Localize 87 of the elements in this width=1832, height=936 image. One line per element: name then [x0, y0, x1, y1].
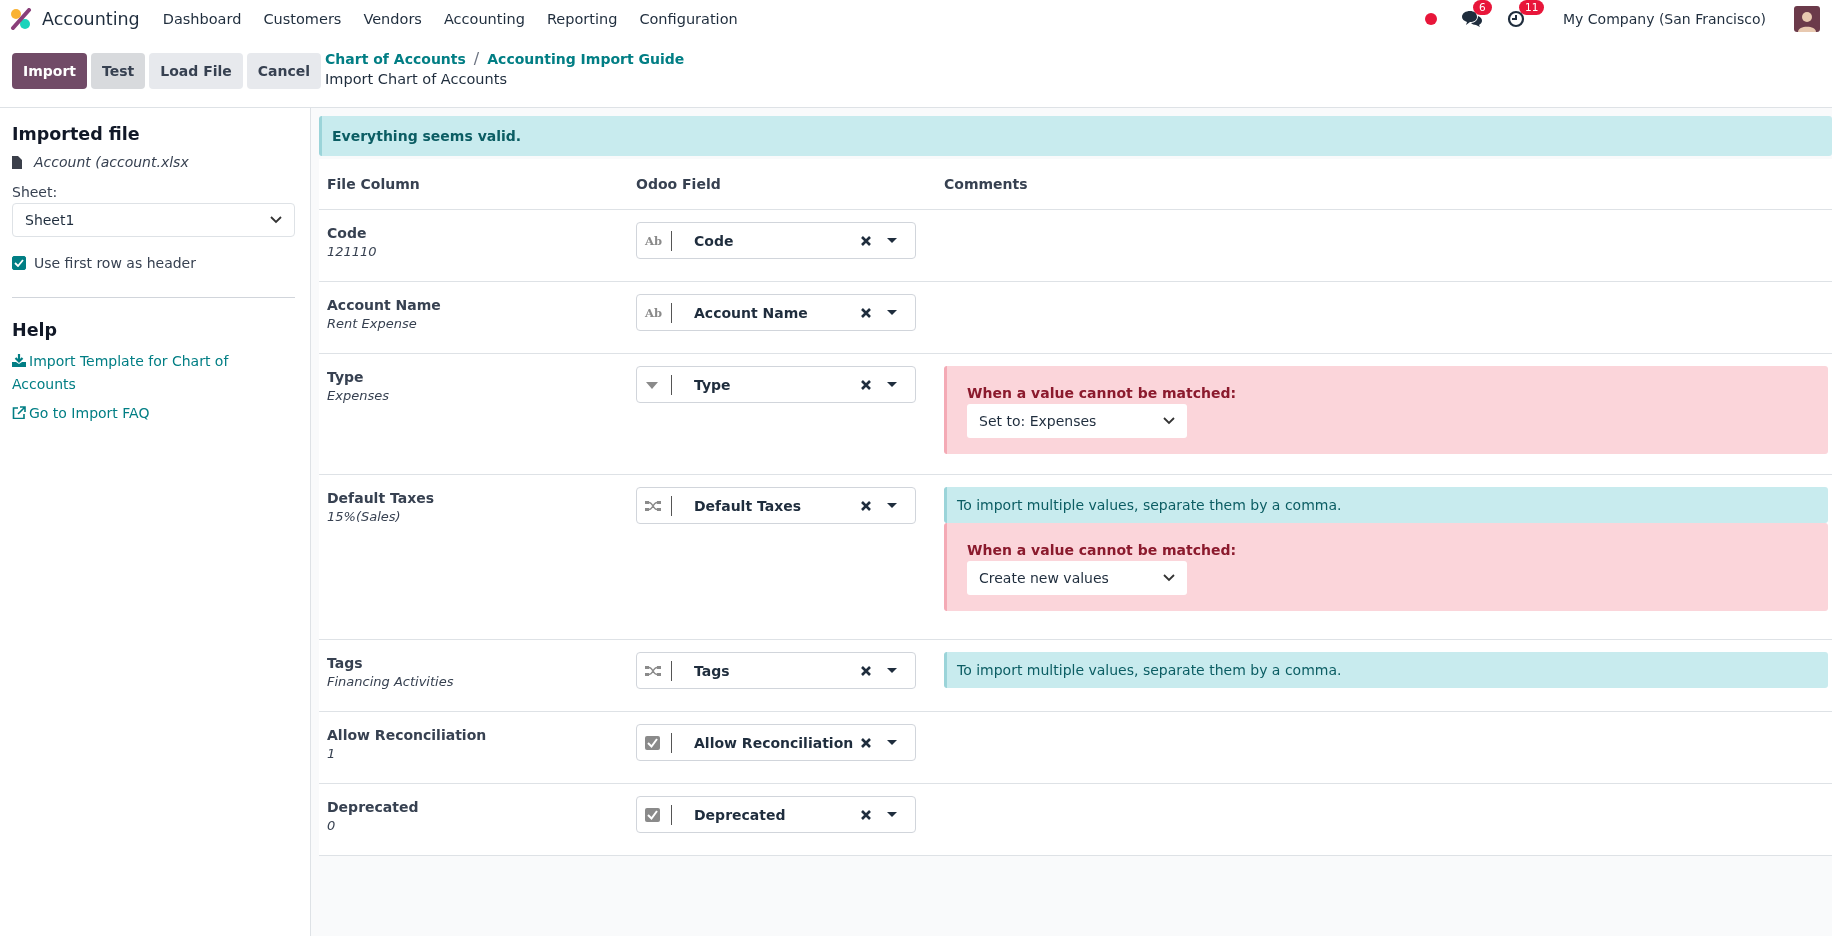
field-select[interactable]: Ab Account Name: [636, 294, 916, 331]
download-icon: [12, 354, 26, 367]
column-name: Type: [327, 369, 365, 385]
field-select[interactable]: Allow Reconciliation: [636, 724, 916, 761]
column-header: Odoo Field: [635, 176, 722, 192]
field-select[interactable]: Ab Code: [636, 222, 916, 259]
external-link-icon: [12, 406, 26, 419]
action-button[interactable]: Cancel: [246, 53, 322, 89]
action-button[interactable]: Test: [91, 53, 146, 89]
column-name: Deprecated: [327, 799, 420, 815]
action-button[interactable]: Import: [12, 53, 88, 89]
app-logo-icon[interactable]: [10, 8, 32, 30]
help-link[interactable]: Go to Import FAQ: [12, 402, 252, 425]
warning-label: When a value cannot be matched:: [967, 385, 1237, 401]
file-name: Account (account.xlsx: [34, 154, 189, 170]
count-badge: 11: [1519, 0, 1545, 15]
fallback-select[interactable]: Create new values: [967, 561, 1187, 595]
breadcrumb-link[interactable]: Chart of Accounts: [325, 50, 466, 67]
page-title: Import Chart of Accounts: [325, 71, 508, 87]
clear-icon[interactable]: [861, 809, 871, 820]
menu-item[interactable]: Accounting: [432, 11, 536, 27]
column-name: Account Name: [327, 297, 442, 313]
field-type-label: Ab: [645, 305, 662, 320]
status-dot-icon[interactable]: [1425, 13, 1438, 25]
menu-item[interactable]: Dashboard: [151, 11, 253, 27]
section-title: Imported file: [12, 124, 140, 144]
fallback-select[interactable]: Set to: Expenses: [967, 404, 1187, 438]
clear-icon[interactable]: [861, 379, 871, 390]
section-title: Help: [12, 320, 58, 340]
checkbox[interactable]: [12, 256, 26, 270]
chevron-down-icon: [270, 216, 282, 224]
caret-icon[interactable]: [887, 739, 897, 746]
field-type-label: Ab: [645, 233, 662, 248]
checkbox-label: Use first row as header: [34, 255, 196, 271]
warning-label: When a value cannot be matched:: [967, 542, 1237, 558]
sample-value: 1: [327, 746, 337, 761]
clear-icon[interactable]: [861, 737, 871, 748]
menu-item[interactable]: Customers: [252, 11, 353, 27]
clear-icon[interactable]: [861, 665, 871, 676]
menu-item[interactable]: Reporting: [535, 11, 629, 27]
avatar-icon[interactable]: [1794, 6, 1820, 32]
info-alert: To import multiple values, separate them by a comma.: [944, 652, 1828, 688]
company-switcher[interactable]: My Company (San Francisco): [1563, 11, 1766, 27]
caret-icon[interactable]: [887, 811, 897, 818]
clear-icon[interactable]: [861, 307, 871, 318]
menu-item[interactable]: Configuration: [628, 11, 749, 27]
menu-item[interactable]: Vendors: [352, 11, 433, 27]
clear-icon[interactable]: [861, 235, 871, 246]
app-name[interactable]: Accounting: [42, 9, 140, 29]
sample-value: Expenses: [327, 388, 390, 403]
sample-value: 0: [327, 818, 337, 833]
column-name: Tags: [327, 655, 364, 671]
caret-icon[interactable]: [887, 667, 897, 674]
caret-icon[interactable]: [887, 309, 897, 316]
sheet-select[interactable]: Sheet1: [12, 203, 295, 237]
caret-icon[interactable]: [887, 237, 897, 244]
sample-value: Financing Activities: [327, 674, 455, 689]
info-alert: To import multiple values, separate them by a comma.: [944, 487, 1828, 523]
column-header: File Column: [326, 176, 421, 192]
action-button[interactable]: Load File: [149, 53, 243, 89]
checkbox-icon: [645, 806, 663, 823]
field-select[interactable]: Default Taxes: [636, 487, 916, 524]
clear-icon[interactable]: [861, 500, 871, 511]
field-select[interactable]: Deprecated: [636, 796, 916, 833]
chevron-down-icon: [1163, 574, 1175, 582]
field-select[interactable]: Type: [636, 366, 916, 403]
sample-value: 121110: [327, 244, 378, 259]
column-name: Default Taxes: [327, 490, 436, 506]
sample-value: Rent Expense: [327, 316, 418, 331]
checkbox-icon: [645, 734, 663, 751]
count-badge: 6: [1473, 0, 1492, 15]
breadcrumb-separator: /: [473, 49, 480, 68]
field-select[interactable]: Tags: [636, 652, 916, 689]
sample-value: 15%(Sales): [327, 509, 402, 524]
caret-icon[interactable]: [887, 381, 897, 388]
file-icon: [12, 155, 22, 169]
field-label: Sheet:: [12, 184, 58, 200]
success-alert: Everything seems valid.: [319, 116, 1832, 156]
column-name: Allow Reconciliation: [327, 727, 488, 743]
clock-icon[interactable]: [1507, 10, 1526, 28]
chat-icon[interactable]: [1461, 10, 1484, 28]
chevron-down-icon: [1163, 417, 1175, 425]
breadcrumb-link[interactable]: Accounting Import Guide: [487, 50, 685, 67]
column-name: Code: [327, 225, 368, 241]
caret-icon[interactable]: [887, 502, 897, 509]
help-link[interactable]: Import Template for Chart of Accounts: [12, 350, 252, 396]
column-header: Comments: [943, 176, 1029, 192]
